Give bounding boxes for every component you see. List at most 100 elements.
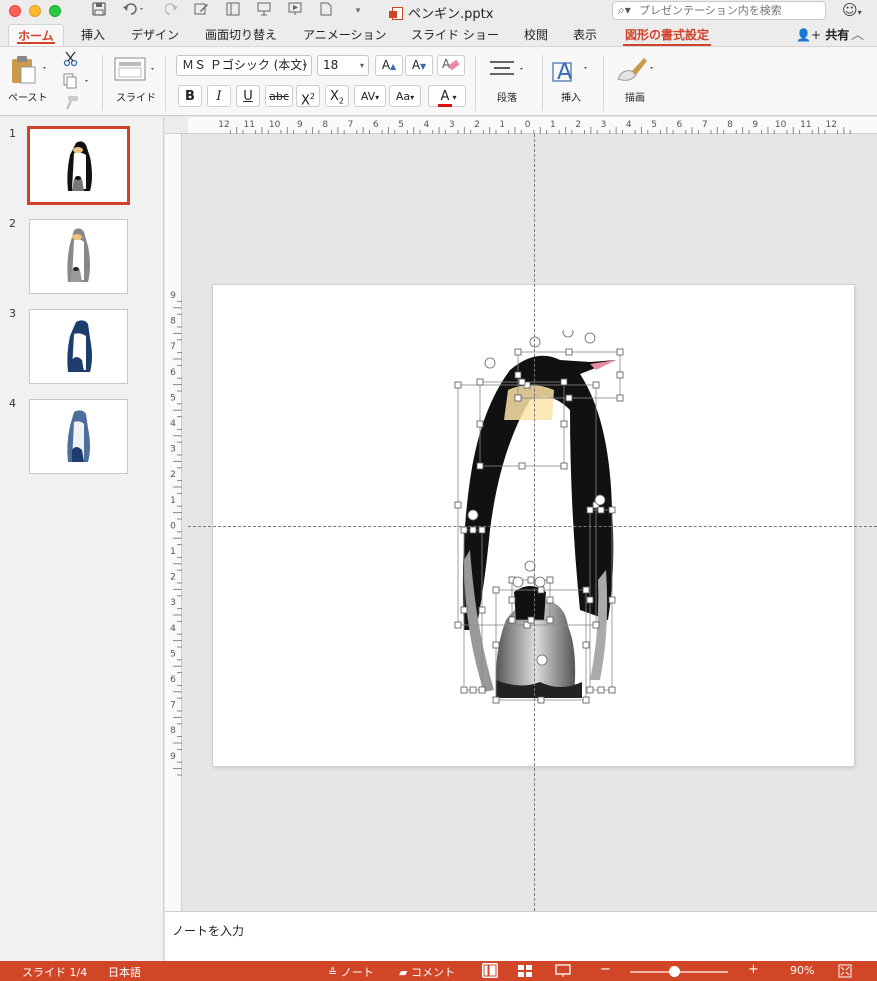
close-window-button[interactable] — [9, 5, 21, 17]
search-input[interactable] — [639, 3, 819, 18]
ruler-tick-label: 3 — [170, 445, 176, 455]
slide-thumbnail-4[interactable] — [29, 399, 128, 474]
ruler-tick-label: 2 — [170, 573, 176, 583]
customize-toolbar-icon[interactable]: ▾ — [351, 2, 365, 20]
language-indicator[interactable]: 日本語 — [108, 964, 141, 980]
rotate-handle — [536, 654, 548, 666]
slide-thumbnail-2[interactable] — [29, 219, 128, 294]
tab-review[interactable]: 校閲 — [515, 24, 557, 46]
edit-icon[interactable] — [192, 2, 210, 20]
resize-handle — [476, 462, 484, 470]
bold-button[interactable]: B — [178, 85, 202, 107]
ruler-tick-label: 4 — [424, 120, 430, 130]
presenter-icon[interactable] — [255, 2, 273, 20]
ruler-tick-label: 1 — [170, 547, 176, 557]
penguin-thumbnail-icon — [67, 320, 92, 372]
reading-view-button[interactable] — [555, 964, 571, 981]
tab-design[interactable]: デザイン — [122, 24, 188, 46]
zoom-in-button[interactable]: + — [748, 962, 759, 977]
change-case-button[interactable]: Aa▾ — [389, 85, 421, 107]
zoom-out-button[interactable]: − — [600, 962, 611, 977]
grow-font-button[interactable]: A▲ — [375, 55, 403, 76]
ruler-tick-label: 5 — [398, 120, 404, 130]
tab-insert[interactable]: 挿入 — [72, 24, 114, 46]
font-color-button[interactable]: A ▾ — [428, 85, 466, 107]
italic-button[interactable]: I — [207, 85, 231, 107]
draw-button[interactable] — [614, 55, 658, 88]
resize-handle — [514, 394, 522, 402]
resize-handle — [616, 348, 624, 356]
ruler-tick-label: 10 — [775, 120, 787, 130]
notes-pane[interactable]: ノートを入力 — [165, 911, 877, 961]
ruler-tick-label: 0 — [525, 120, 531, 130]
normal-view-icon — [483, 964, 497, 977]
ruler-tick-label: 12 — [825, 120, 836, 130]
slide-layout-button[interactable] — [114, 57, 158, 86]
resize-handle — [560, 462, 568, 470]
ruler-tick-label: 7 — [170, 342, 176, 352]
zoom-slider-thumb[interactable] — [668, 966, 680, 977]
save-icon[interactable] — [90, 2, 108, 20]
fit-to-window-button[interactable] — [838, 964, 852, 981]
cut-icon[interactable] — [63, 51, 79, 70]
notes-toggle-button[interactable]: ≙ ノート — [328, 964, 374, 980]
tab-home[interactable]: ホーム — [8, 24, 64, 46]
resize-handle — [492, 641, 500, 649]
zoom-level[interactable]: 90% — [790, 964, 814, 977]
subscript-button[interactable]: X2 — [325, 85, 349, 107]
chevron-down-icon: ▾ — [359, 61, 364, 70]
share-button[interactable]: 👤+ 共有 — [796, 26, 849, 43]
font-name-select[interactable]: ＭＳ Ｐゴシック (本文) ▾ — [176, 55, 312, 76]
new-slide-icon[interactable] — [224, 2, 242, 20]
superscript-button[interactable]: X2 — [296, 85, 320, 108]
tab-animations[interactable]: アニメーション — [294, 24, 396, 46]
new-document-icon[interactable] — [318, 2, 334, 20]
ruler-tick-label: 2 — [575, 120, 581, 130]
play-slideshow-icon[interactable] — [286, 2, 304, 20]
resize-handle — [518, 462, 526, 470]
paste-button[interactable] — [10, 55, 48, 88]
insert-button[interactable]: A — [552, 53, 592, 88]
penguin-shape-group[interactable] — [440, 330, 640, 710]
zoom-window-button[interactable] — [49, 5, 61, 17]
slide-thumbnail-1[interactable] — [27, 126, 130, 205]
shrink-font-button[interactable]: A▼ — [405, 55, 433, 76]
tab-transitions[interactable]: 画面切り替え — [196, 24, 286, 46]
comments-toggle-button[interactable]: ▰ コメント — [399, 964, 455, 980]
ruler-tick-label: 4 — [626, 120, 632, 130]
resize-handle — [592, 381, 600, 389]
font-size-select[interactable]: 18 ▾ — [317, 55, 369, 76]
undo-icon[interactable] — [120, 2, 148, 20]
format-painter-icon[interactable] — [63, 95, 79, 114]
strikethrough-button[interactable]: abc — [265, 85, 293, 107]
character-spacing-button[interactable]: AV▾ — [354, 85, 386, 107]
horizontal-ruler[interactable]: 12 11 10 9 8 7 6 5 4 3 2 1 0 1 2 3 4 5 6 7 8 9 10 11 12 — [188, 117, 877, 134]
normal-view-button[interactable] — [482, 963, 498, 978]
clear-formatting-button[interactable]: A — [437, 55, 465, 76]
vertical-ruler[interactable]: 9 8 7 6 5 4 3 2 1 0 1 2 3 4 5 6 7 8 9 — [165, 134, 182, 911]
resize-handle — [597, 686, 605, 694]
resize-handle — [586, 686, 594, 694]
collapse-ribbon-icon[interactable]: ︿ — [851, 24, 864, 43]
redo-icon[interactable] — [163, 2, 181, 20]
paragraph-button[interactable] — [488, 57, 528, 86]
slide-sorter-button[interactable] — [517, 964, 533, 981]
minimize-window-button[interactable] — [29, 5, 41, 17]
align-lines-icon — [490, 61, 523, 75]
copy-icon[interactable] — [63, 73, 91, 92]
feedback-smiley-icon[interactable]: ☺▾ — [842, 1, 862, 19]
ruler-tick-label: 5 — [170, 393, 176, 403]
notes-placeholder[interactable]: ノートを入力 — [172, 922, 244, 939]
resize-handle — [476, 378, 484, 386]
resize-handle — [616, 371, 624, 379]
tab-slideshow[interactable]: スライド ショー — [402, 24, 508, 46]
slide-number: 3 — [9, 307, 16, 320]
search-box[interactable]: ⌕▾ — [612, 1, 826, 20]
underline-button[interactable]: U — [236, 85, 260, 107]
tab-view[interactable]: 表示 — [564, 24, 606, 46]
ruler-tick-label: 6 — [677, 120, 683, 130]
title-bar: ▾ ペンギン.pptx ⌕▾ ☺▾ — [0, 0, 877, 22]
slide-thumbnail-3[interactable] — [29, 309, 128, 384]
penguin-thumbnail-icon — [67, 228, 90, 282]
tab-shape-format[interactable]: 図形の書式設定 — [616, 24, 718, 46]
